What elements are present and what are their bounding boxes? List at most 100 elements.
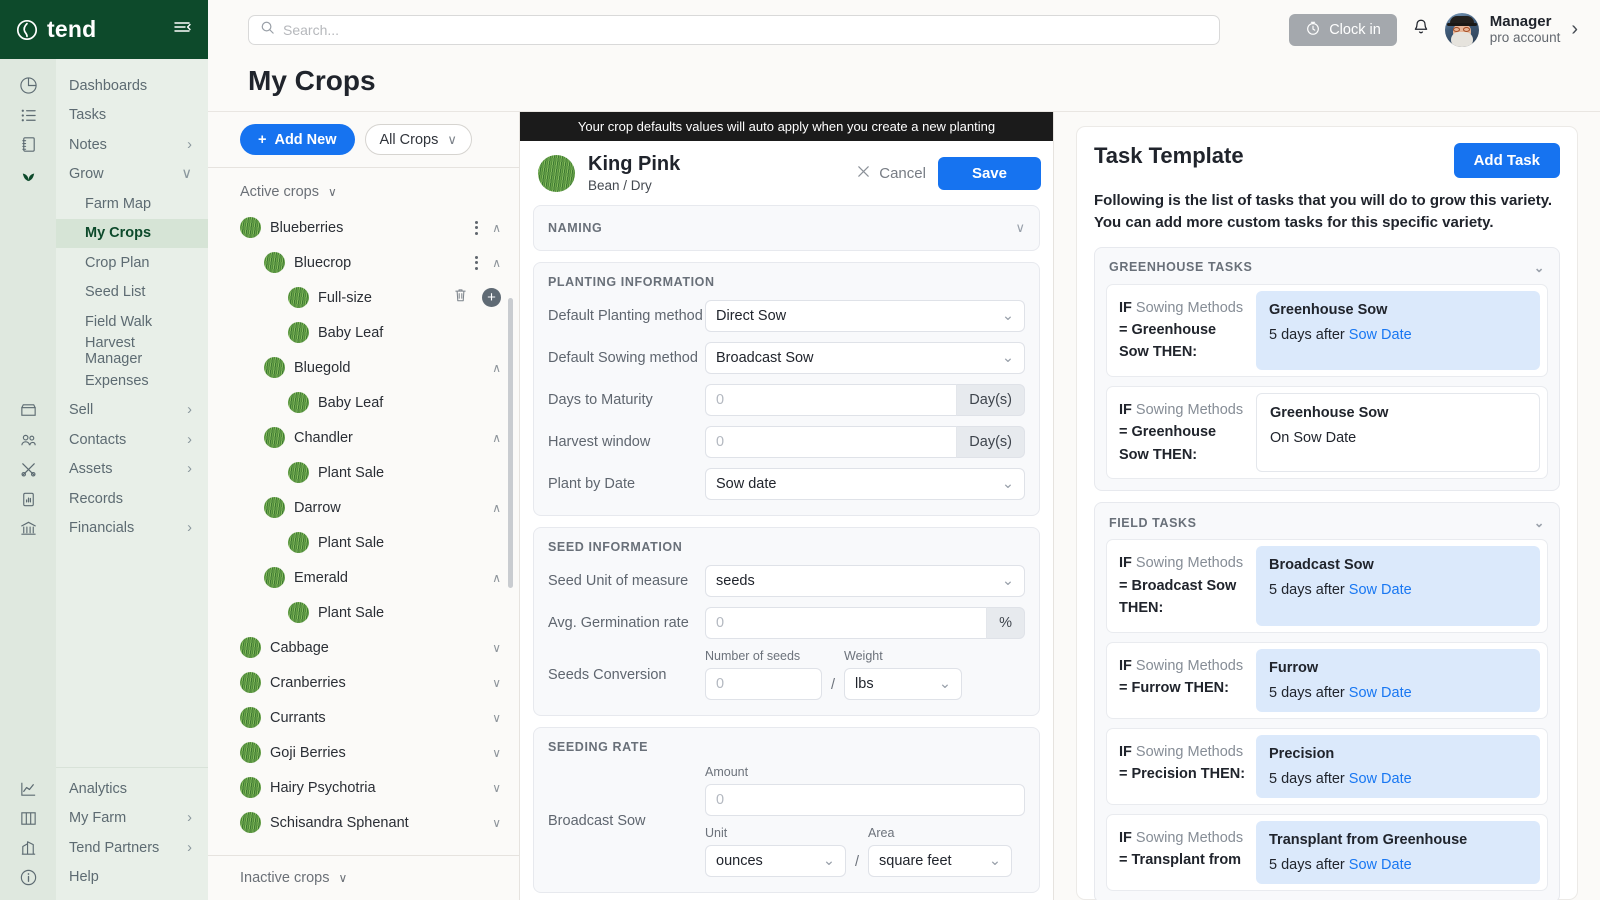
crop-row[interactable]: Chandler∧ — [208, 420, 519, 455]
sidebar-item-analytics[interactable]: Analytics — [56, 774, 208, 804]
columns-icon[interactable] — [0, 804, 56, 834]
default-sowing-method-select[interactable]: Broadcast Sow ⌄ — [705, 342, 1025, 374]
clock-in-button[interactable]: Clock in — [1289, 14, 1397, 46]
sidebar-item-dashboards[interactable]: Dashboards — [56, 71, 208, 101]
chevron-down-icon[interactable]: ∨ — [492, 781, 501, 795]
sow-date-link[interactable]: Sow Date — [1349, 771, 1412, 787]
task-card[interactable]: IF Sowing Methods = Precision THEN: Prec… — [1106, 728, 1548, 805]
chevron-down-icon[interactable]: ⌄ — [1534, 260, 1545, 275]
chevron-down-icon[interactable]: ∨ — [492, 816, 501, 830]
chevron-up-icon[interactable]: ∧ — [492, 571, 501, 585]
task-body[interactable]: Precision 5 days after Sow Date — [1256, 735, 1540, 798]
chevron-up-icon[interactable]: ∧ — [492, 256, 501, 270]
sidebar-item-financials[interactable]: Financials› — [56, 514, 208, 544]
seeding-rate-area-select[interactable]: square feet ⌄ — [868, 845, 1012, 877]
kebab-menu-icon[interactable] — [475, 256, 478, 270]
search-input[interactable] — [283, 22, 1208, 38]
sidebar-item-farm-map[interactable]: Farm Map — [56, 189, 208, 219]
crop-row[interactable]: Darrow∧ — [208, 490, 519, 525]
chevron-down-icon[interactable]: ∨ — [1015, 220, 1025, 236]
crop-row[interactable]: Plant Sale — [208, 595, 519, 630]
chevron-down-icon[interactable]: ⌄ — [1534, 515, 1545, 530]
task-body[interactable]: Transplant from Greenhouse 5 days after … — [1256, 821, 1540, 884]
germination-rate-input[interactable]: 0 — [705, 607, 986, 639]
notebook-icon[interactable] — [0, 130, 56, 160]
save-button[interactable]: Save — [938, 157, 1041, 190]
sidebar-item-seed-list[interactable]: Seed List — [56, 278, 208, 308]
sidebar-item-notes[interactable]: Notes› — [56, 130, 208, 160]
active-crops-section-header[interactable]: Active crops ∨ — [208, 180, 519, 210]
sidebar-item-records[interactable]: Records — [56, 484, 208, 514]
sidebar-item-sell[interactable]: Sell› — [56, 396, 208, 426]
crop-row[interactable]: Cranberries∨ — [208, 665, 519, 700]
line-chart-icon[interactable] — [0, 774, 56, 804]
clipboard-chart-icon[interactable] — [0, 485, 56, 515]
crop-row[interactable]: Goji Berries∨ — [208, 735, 519, 770]
sidebar-item-tasks[interactable]: Tasks — [56, 101, 208, 131]
plant-by-date-select[interactable]: Sow date ⌄ — [705, 468, 1025, 500]
crop-row[interactable]: Full-size+ — [208, 280, 519, 315]
task-body[interactable]: Greenhouse Sow 5 days after Sow Date — [1256, 291, 1540, 370]
leaf-icon[interactable] — [0, 160, 56, 190]
task-card[interactable]: IF Sowing Methods = Greenhouse Sow THEN:… — [1106, 284, 1548, 377]
naming-section[interactable]: NAMING ∨ — [533, 205, 1040, 251]
sidebar-item-tend-partners[interactable]: Tend Partners› — [56, 833, 208, 863]
crop-row[interactable]: Baby Leaf — [208, 385, 519, 420]
sow-date-link[interactable]: Sow Date — [1349, 685, 1412, 701]
sidebar-item-field-walk[interactable]: Field Walk — [56, 307, 208, 337]
buildings-icon[interactable] — [0, 833, 56, 863]
sidebar-item-grow[interactable]: Grow∨ — [56, 160, 208, 190]
crop-row[interactable]: Plant Sale — [208, 525, 519, 560]
sidebar-item-expenses[interactable]: Expenses — [56, 366, 208, 396]
pie-chart-icon[interactable] — [0, 71, 56, 101]
weight-unit-select[interactable]: lbs ⌄ — [844, 668, 962, 700]
task-card[interactable]: IF Sowing Methods = Transplant from Tran… — [1106, 814, 1548, 891]
crop-row[interactable]: Cabbage∨ — [208, 630, 519, 665]
crop-row[interactable]: Blueberries∧ — [208, 210, 519, 245]
collapse-sidebar-icon[interactable] — [174, 20, 192, 39]
crop-row[interactable]: Bluecrop∧ — [208, 245, 519, 280]
sidebar-item-crop-plan[interactable]: Crop Plan — [56, 248, 208, 278]
chevron-up-icon[interactable]: ∧ — [492, 501, 501, 515]
harvest-window-input[interactable]: 0 — [705, 426, 956, 458]
list-icon[interactable] — [0, 101, 56, 131]
sow-date-link[interactable]: Sow Date — [1349, 327, 1412, 343]
chevron-up-icon[interactable]: ∧ — [492, 431, 501, 445]
search-box[interactable] — [248, 15, 1220, 45]
field-tasks-header[interactable]: FIELD TASKS ⌄ — [1106, 513, 1548, 539]
chevron-down-icon[interactable]: ∨ — [492, 641, 501, 655]
task-body[interactable]: Greenhouse Sow On Sow Date — [1256, 393, 1540, 472]
trash-icon[interactable] — [453, 287, 468, 308]
sidebar-item-assets[interactable]: Assets› — [56, 455, 208, 485]
sidebar-item-harvest-manager[interactable]: Harvest Manager — [56, 337, 208, 367]
cancel-button[interactable]: Cancel — [856, 164, 926, 183]
crop-row[interactable]: Currants∨ — [208, 700, 519, 735]
task-body[interactable]: Broadcast Sow 5 days after Sow Date — [1256, 546, 1540, 625]
chevron-down-icon[interactable]: ∨ — [492, 676, 501, 690]
crops-scrollbar-thumb[interactable] — [508, 298, 513, 588]
default-planting-method-select[interactable]: Direct Sow ⌄ — [705, 300, 1025, 332]
task-card[interactable]: IF Sowing Methods = Broadcast Sow THEN: … — [1106, 539, 1548, 632]
number-of-seeds-input[interactable]: 0 — [705, 668, 822, 700]
chevron-up-icon[interactable]: ∧ — [492, 361, 501, 375]
all-crops-filter[interactable]: All Crops ∨ — [365, 124, 472, 155]
user-menu[interactable]: Manager pro account › — [1445, 13, 1578, 47]
chevron-up-icon[interactable]: ∧ — [492, 221, 501, 235]
crop-row[interactable]: Plant Sale — [208, 455, 519, 490]
add-crop-icon[interactable]: + — [482, 288, 501, 307]
sidebar-item-help[interactable]: Help — [56, 863, 208, 893]
add-task-button[interactable]: Add Task — [1454, 143, 1560, 178]
crop-row[interactable]: Schisandra Sphenant∨ — [208, 805, 519, 840]
task-card[interactable]: IF Sowing Methods = Greenhouse Sow THEN:… — [1106, 386, 1548, 479]
add-new-button[interactable]: + Add New — [240, 124, 355, 155]
crops-scroll-area[interactable]: Active crops ∨ Blueberries∧ Bluecrop∧ Fu… — [208, 167, 519, 855]
days-to-maturity-input[interactable]: 0 — [705, 384, 956, 416]
crop-row[interactable]: Bluegold∧ — [208, 350, 519, 385]
bell-icon[interactable] — [1412, 18, 1430, 42]
crop-row[interactable]: Hairy Psychotria∨ — [208, 770, 519, 805]
info-icon[interactable] — [0, 863, 56, 893]
kebab-menu-icon[interactable] — [475, 221, 478, 235]
bank-icon[interactable] — [0, 514, 56, 544]
people-icon[interactable] — [0, 426, 56, 456]
greenhouse-tasks-header[interactable]: GREENHOUSE TASKS ⌄ — [1106, 258, 1548, 284]
